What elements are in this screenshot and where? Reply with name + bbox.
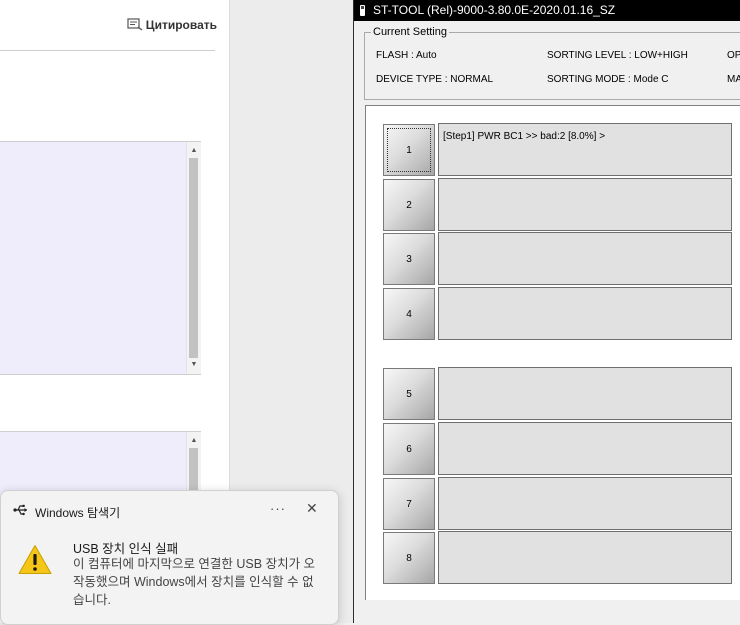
current-setting-group: Current Setting FLASH : Auto DEVICE TYPE… — [364, 26, 740, 100]
step-6-result — [438, 422, 732, 475]
warning-icon — [18, 545, 52, 574]
step-2-result — [438, 178, 732, 231]
step-1-button[interactable]: 1 — [383, 124, 435, 176]
cite-label: Цитировать — [145, 18, 217, 32]
usb-icon — [13, 504, 27, 516]
step-3-result — [438, 232, 732, 285]
step-button-label: 3 — [406, 253, 412, 265]
step-button-label: 5 — [406, 388, 412, 400]
step-button-label: 2 — [406, 199, 412, 211]
step-5-button[interactable]: 5 — [383, 368, 435, 420]
step-8-result — [438, 531, 732, 584]
cite-button[interactable]: Цитировать — [127, 18, 217, 32]
step-4-result — [438, 287, 732, 340]
step-1-result: [Step1] PWR BC1 >> bad:2 [8.0%] > — [438, 123, 732, 176]
step-6-button[interactable]: 6 — [383, 423, 435, 475]
flash-setting: FLASH : Auto — [376, 50, 437, 61]
window-title: ST-TOOL (Rel)-9000-3.80.0E-2020.01.16_SZ — [373, 3, 616, 17]
step-3-button[interactable]: 3 — [383, 233, 435, 285]
scroll-up-icon[interactable]: ▲ — [187, 434, 201, 448]
step-button-label: 1 — [406, 144, 412, 156]
step-result-text: [Step1] PWR BC1 >> bad:2 [8.0%] > — [443, 131, 606, 142]
device-type-setting: DEVICE TYPE : NORMAL — [376, 74, 494, 85]
notification-body: 이 컴퓨터에 마지막으로 연결한 USB 장치가 오작동했으며 Windows에… — [73, 557, 316, 607]
step-button-label: 6 — [406, 443, 412, 455]
quote-icon — [127, 18, 143, 31]
step-7-result — [438, 477, 732, 530]
scroll-down-icon[interactable]: ▼ — [187, 358, 201, 372]
step-button-label: 7 — [406, 498, 412, 510]
step-7-button[interactable]: 7 — [383, 478, 435, 530]
title-bar[interactable]: ST-TOOL (Rel)-9000-3.80.0E-2020.01.16_SZ — [354, 0, 740, 21]
step-button-label: 8 — [406, 552, 412, 564]
step-4-button[interactable]: 4 — [383, 288, 435, 340]
usb-notification[interactable]: Windows 탐색기 ··· ✕ USB 장치 인식 실패 이 컴퓨터에 마지… — [0, 490, 339, 625]
sorting-level-setting: SORTING LEVEL : LOW+HIGH — [547, 50, 688, 61]
mode-setting-partial: MA — [727, 74, 740, 85]
step-8-button[interactable]: 8 — [383, 532, 435, 584]
scroll-thumb[interactable] — [189, 158, 198, 358]
step-2-button[interactable]: 2 — [383, 179, 435, 231]
app-icon — [360, 5, 365, 16]
step-button-label: 4 — [406, 308, 412, 320]
close-icon[interactable]: ✕ — [306, 500, 318, 517]
more-options-icon[interactable]: ··· — [270, 501, 286, 516]
step-5-result — [438, 367, 732, 420]
divider — [0, 50, 215, 51]
text-area[interactable]: ▲ ▼ — [0, 141, 201, 375]
group-legend: Current Setting — [371, 26, 449, 38]
sorting-mode-setting: SORTING MODE : Mode C — [547, 74, 669, 85]
notification-app-name: Windows 탐색기 — [35, 506, 121, 520]
scroll-up-icon[interactable]: ▲ — [187, 144, 201, 158]
option-setting-partial: OP — [727, 50, 740, 61]
scrollbar[interactable]: ▲ ▼ — [186, 142, 201, 374]
